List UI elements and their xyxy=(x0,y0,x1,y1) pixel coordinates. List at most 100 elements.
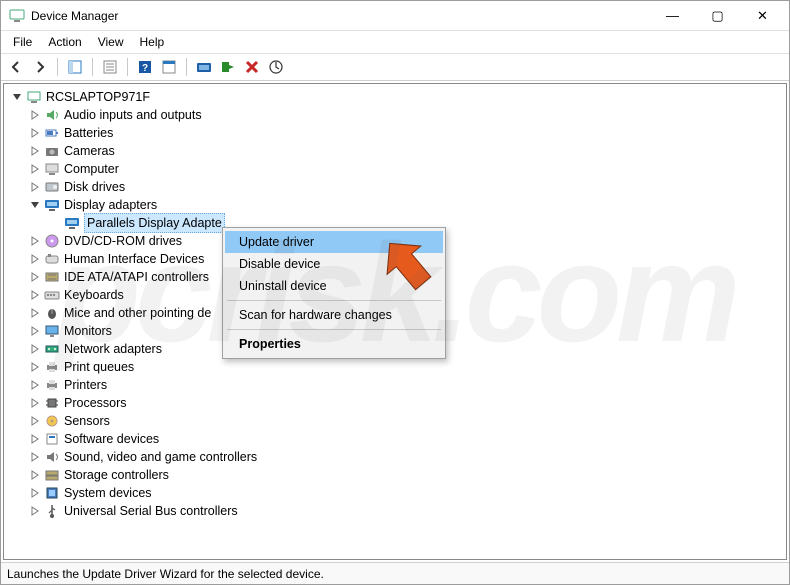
expand-icon[interactable] xyxy=(28,360,42,374)
tree-item-label: IDE ATA/ATAPI controllers xyxy=(64,268,209,286)
expand-icon[interactable] xyxy=(28,414,42,428)
display-icon xyxy=(64,215,80,231)
expand-icon[interactable] xyxy=(28,468,42,482)
forward-button[interactable] xyxy=(29,56,51,78)
menu-action[interactable]: Action xyxy=(40,33,89,51)
collapse-icon[interactable] xyxy=(28,198,42,212)
properties-button[interactable] xyxy=(99,56,121,78)
minimize-button[interactable]: — xyxy=(650,2,695,30)
camera-icon xyxy=(44,143,60,159)
toolbar-separator xyxy=(127,58,128,76)
tree-item[interactable]: Software devices xyxy=(8,430,782,448)
expand-icon[interactable] xyxy=(28,378,42,392)
tree-item-label: Print queues xyxy=(64,358,134,376)
tree-item-label: Human Interface Devices xyxy=(64,250,204,268)
statusbar: Launches the Update Driver Wizard for th… xyxy=(1,562,789,584)
tree-item-label: Software devices xyxy=(64,430,159,448)
menu-help[interactable]: Help xyxy=(132,33,173,51)
tree-item[interactable]: Computer xyxy=(8,160,782,178)
tree-item[interactable]: Processors xyxy=(8,394,782,412)
expand-icon[interactable] xyxy=(28,162,42,176)
menubar: File Action View Help xyxy=(1,31,789,53)
tree-item-label: Sensors xyxy=(64,412,110,430)
tree-item-label: System devices xyxy=(64,484,152,502)
uninstall-button[interactable] xyxy=(241,56,263,78)
action-button[interactable] xyxy=(158,56,180,78)
tree-item-label: Processors xyxy=(64,394,127,412)
help-button[interactable]: ? xyxy=(134,56,156,78)
tree-item[interactable]: Sensors xyxy=(8,412,782,430)
keyboard-icon xyxy=(44,287,60,303)
collapse-icon[interactable] xyxy=(10,90,24,104)
context-menu-item[interactable]: Update driver xyxy=(225,231,443,253)
ide-icon xyxy=(44,269,60,285)
disk-icon xyxy=(44,179,60,195)
tree-item[interactable]: Audio inputs and outputs xyxy=(8,106,782,124)
expand-icon[interactable] xyxy=(28,270,42,284)
show-hide-tree-button[interactable] xyxy=(64,56,86,78)
expand-icon[interactable] xyxy=(28,252,42,266)
tree-item-label: Sound, video and game controllers xyxy=(64,448,257,466)
tree-item-label: DVD/CD-ROM drives xyxy=(64,232,182,250)
computer-root-icon xyxy=(26,89,42,105)
computer-icon xyxy=(44,161,60,177)
close-button[interactable]: ✕ xyxy=(740,2,785,30)
update-driver-button[interactable] xyxy=(193,56,215,78)
menu-view[interactable]: View xyxy=(90,33,132,51)
expand-icon[interactable] xyxy=(28,234,42,248)
back-button[interactable] xyxy=(5,56,27,78)
context-menu-item[interactable]: Properties xyxy=(225,333,443,355)
context-menu-item[interactable]: Disable device xyxy=(225,253,443,275)
expand-icon[interactable] xyxy=(28,306,42,320)
battery-icon xyxy=(44,125,60,141)
scan-hardware-button[interactable] xyxy=(265,56,287,78)
expand-icon[interactable] xyxy=(28,450,42,464)
network-icon xyxy=(44,341,60,357)
context-menu-item[interactable]: Uninstall device xyxy=(225,275,443,297)
tree-item-label: Audio inputs and outputs xyxy=(64,106,202,124)
expand-icon[interactable] xyxy=(28,504,42,518)
expand-icon[interactable] xyxy=(28,126,42,140)
mouse-icon xyxy=(44,305,60,321)
tree-item-label: Storage controllers xyxy=(64,466,169,484)
printer-icon xyxy=(44,377,60,393)
expand-icon[interactable] xyxy=(28,144,42,158)
tree-item-label: Keyboards xyxy=(64,286,124,304)
tree-item[interactable]: Batteries xyxy=(8,124,782,142)
expand-icon[interactable] xyxy=(28,432,42,446)
tree-item-label: Parallels Display Adapte xyxy=(84,213,225,233)
tree-item[interactable]: Cameras xyxy=(8,142,782,160)
tree-item[interactable]: Universal Serial Bus controllers xyxy=(8,502,782,520)
tree-item-label: Monitors xyxy=(64,322,112,340)
expand-icon[interactable] xyxy=(28,288,42,302)
app-icon xyxy=(9,8,25,24)
storage-icon xyxy=(44,467,60,483)
tree-item[interactable]: Disk drives xyxy=(8,178,782,196)
maximize-button[interactable]: ▢ xyxy=(695,2,740,30)
toolbar-separator xyxy=(57,58,58,76)
tree-item[interactable]: Print queues xyxy=(8,358,782,376)
tree-item[interactable]: Printers xyxy=(8,376,782,394)
enable-button[interactable] xyxy=(217,56,239,78)
titlebar: Device Manager — ▢ ✕ xyxy=(1,1,789,31)
tree-item-label: Printers xyxy=(64,376,107,394)
context-menu-separator xyxy=(227,329,441,330)
context-menu-item[interactable]: Scan for hardware changes xyxy=(225,304,443,326)
tree-item[interactable]: RCSLAPTOP971F xyxy=(8,88,782,106)
tree-item[interactable]: Display adapters xyxy=(8,196,782,214)
expand-icon[interactable] xyxy=(28,342,42,356)
tree-item-label: RCSLAPTOP971F xyxy=(46,88,150,106)
dvd-icon xyxy=(44,233,60,249)
blank-toggle xyxy=(48,216,62,230)
tree-item[interactable]: System devices xyxy=(8,484,782,502)
expand-icon[interactable] xyxy=(28,108,42,122)
tree-item[interactable]: Sound, video and game controllers xyxy=(8,448,782,466)
expand-icon[interactable] xyxy=(28,396,42,410)
tree-item[interactable]: Storage controllers xyxy=(8,466,782,484)
tree-item-label: Network adapters xyxy=(64,340,162,358)
expand-icon[interactable] xyxy=(28,180,42,194)
menu-file[interactable]: File xyxy=(5,33,40,51)
usb-icon xyxy=(44,503,60,519)
expand-icon[interactable] xyxy=(28,486,42,500)
expand-icon[interactable] xyxy=(28,324,42,338)
